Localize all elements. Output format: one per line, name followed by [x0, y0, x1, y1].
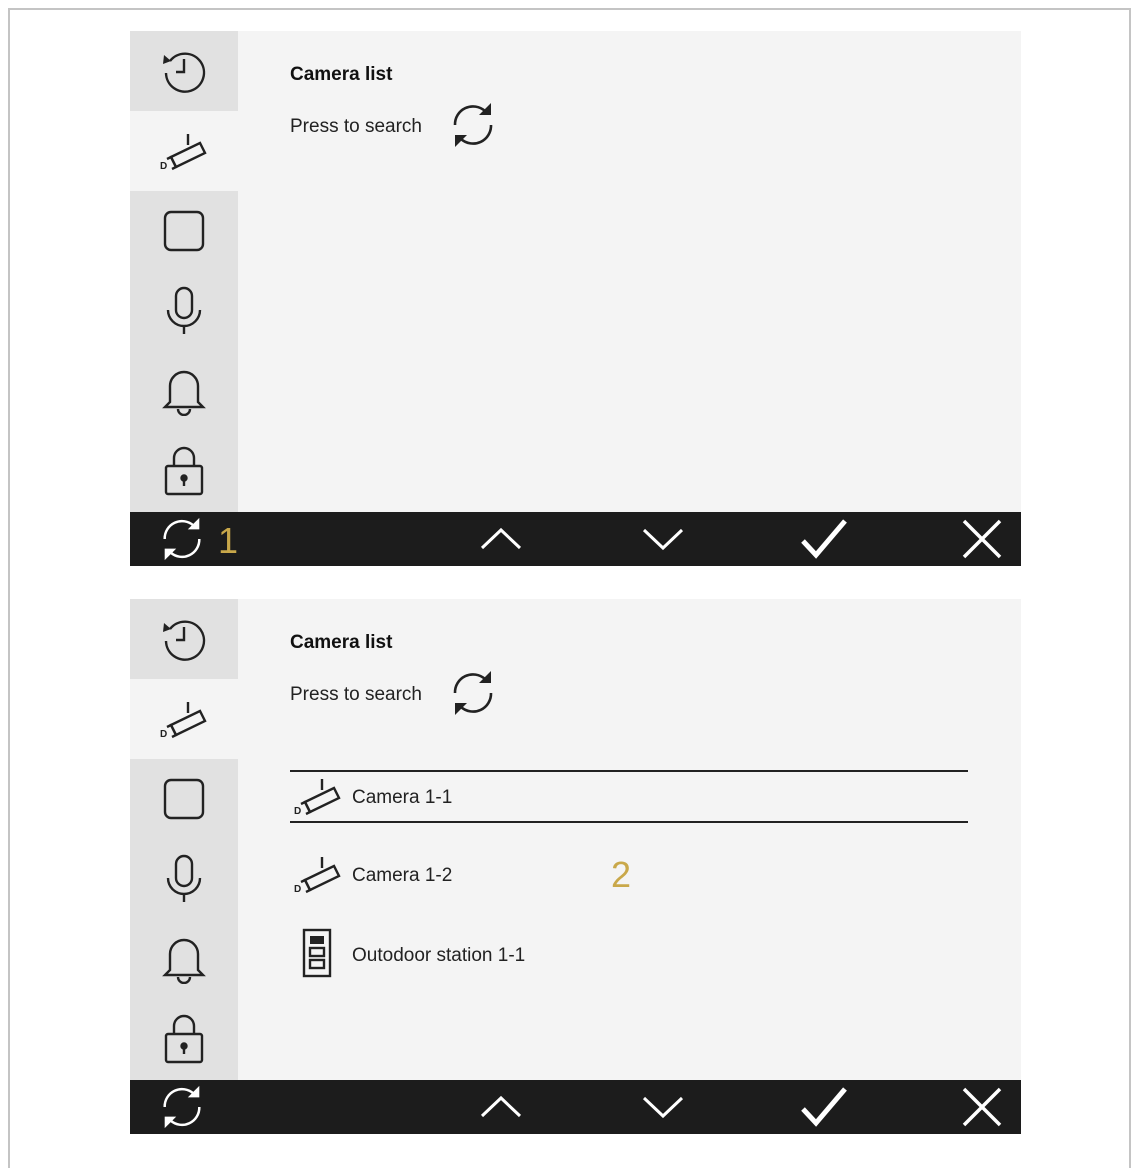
sidebar-item-bell[interactable]	[130, 351, 238, 431]
sidebar-item-history[interactable]	[130, 31, 238, 111]
refresh-icon	[163, 517, 201, 561]
camera-icon: D	[294, 857, 341, 895]
sidebar-item-screen[interactable]	[130, 759, 238, 839]
bell-icon	[162, 370, 206, 416]
sidebar-item-history[interactable]	[130, 599, 238, 679]
search-label: Press to search	[290, 684, 422, 705]
bell-icon	[162, 938, 206, 984]
device-screen-1: D Camera list Press to search	[130, 31, 1021, 566]
search-label: Press to search	[290, 116, 422, 137]
refresh-icon[interactable]	[447, 667, 499, 719]
svg-text:D: D	[294, 884, 301, 895]
close-icon	[962, 519, 1002, 559]
sidebar-item-screen[interactable]	[130, 191, 238, 271]
svg-text:D: D	[160, 161, 167, 172]
page-title: Camera list	[290, 632, 393, 653]
list-item-label: Outodoor station 1-1	[352, 945, 526, 966]
sidebar-item-lock[interactable]	[130, 999, 238, 1079]
camera-icon: D	[294, 779, 341, 817]
refresh-icon[interactable]	[447, 99, 499, 151]
arrow-down-button[interactable]	[633, 1080, 693, 1134]
microphone-icon	[166, 286, 202, 334]
close-button[interactable]	[952, 512, 1012, 566]
screen-square-icon	[163, 210, 205, 252]
arrow-up-button[interactable]	[471, 512, 531, 566]
arrow-down-button[interactable]	[633, 512, 693, 566]
sidebar-item-camera[interactable]: D	[130, 111, 238, 191]
list-item[interactable]: D Camera 1-1	[290, 770, 968, 823]
arrow-down-icon	[642, 528, 684, 551]
screen-square-icon	[163, 778, 205, 820]
close-button[interactable]	[952, 1080, 1012, 1134]
outdoor-station-icon	[302, 928, 332, 978]
bottom-toolbar	[130, 512, 1021, 566]
camera-icon: D	[160, 702, 207, 740]
page-title: Camera list	[290, 64, 393, 85]
close-icon	[962, 1087, 1002, 1127]
history-icon	[163, 620, 206, 661]
history-icon	[163, 52, 206, 93]
list-item-label: Camera 1-1	[352, 787, 453, 808]
svg-text:D: D	[294, 806, 301, 817]
search-row[interactable]: Press to search	[290, 667, 590, 719]
check-icon	[801, 519, 847, 559]
confirm-button[interactable]	[794, 1080, 854, 1134]
microphone-icon	[166, 854, 202, 902]
list-item-label: Camera 1-2	[352, 865, 453, 886]
arrow-up-button[interactable]	[471, 1080, 531, 1134]
callout-number-2: 2	[611, 854, 632, 895]
sidebar-item-bell[interactable]	[130, 919, 238, 999]
bottom-toolbar	[130, 1080, 1021, 1134]
list-item[interactable]: Outodoor station 1-1	[290, 928, 968, 983]
callout-number-1: 1	[218, 520, 239, 561]
svg-text:D: D	[160, 729, 167, 740]
sidebar: D	[130, 599, 238, 1080]
sidebar-item-microphone[interactable]	[130, 839, 238, 919]
check-icon	[801, 1087, 847, 1127]
search-row[interactable]: Press to search	[290, 99, 590, 151]
arrow-up-icon	[480, 527, 522, 550]
confirm-button[interactable]	[794, 512, 854, 566]
arrow-down-icon	[642, 1096, 684, 1119]
sidebar-item-microphone[interactable]	[130, 271, 238, 351]
refresh-button[interactable]	[152, 1080, 212, 1134]
sidebar-item-lock[interactable]	[130, 431, 238, 511]
sidebar-item-camera[interactable]: D	[130, 679, 238, 759]
device-screen-2: D Camera list Press to search D Camera 1…	[130, 599, 1021, 1134]
lock-icon	[164, 1014, 204, 1064]
camera-icon: D	[160, 134, 207, 172]
refresh-icon	[163, 1085, 201, 1129]
refresh-button[interactable]	[152, 512, 212, 566]
lock-icon	[164, 446, 204, 496]
sidebar: D	[130, 31, 238, 512]
arrow-up-icon	[480, 1095, 522, 1118]
